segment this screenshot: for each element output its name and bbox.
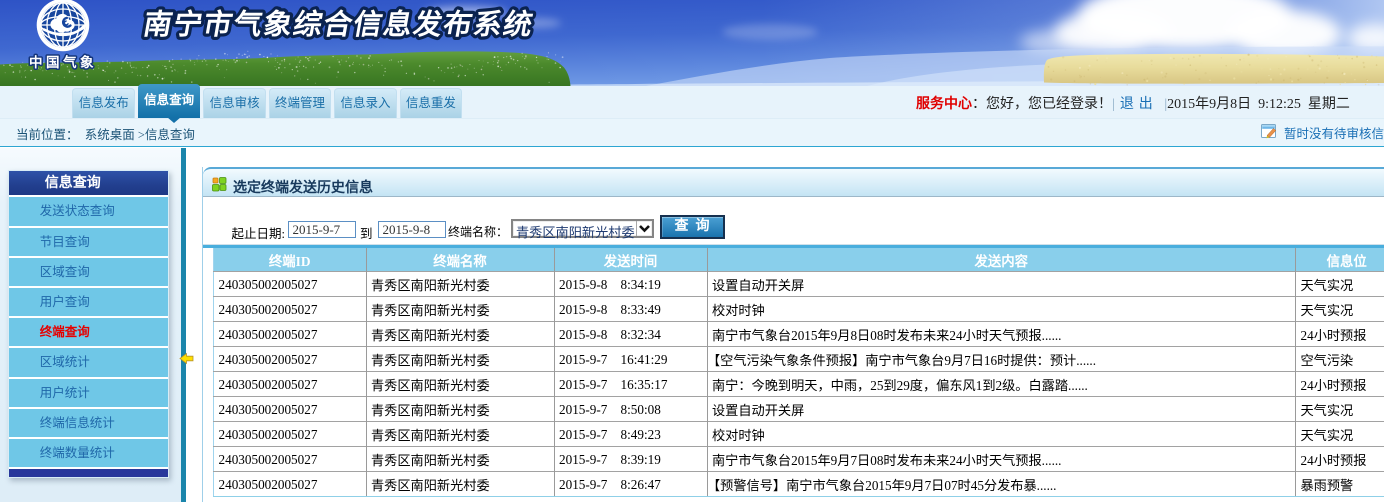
svg-text:中国气象: 中国气象 — [29, 54, 97, 70]
svg-text:南宁市气象综合信息发布系统: 南宁市气象综合信息发布系统 — [141, 8, 537, 41]
